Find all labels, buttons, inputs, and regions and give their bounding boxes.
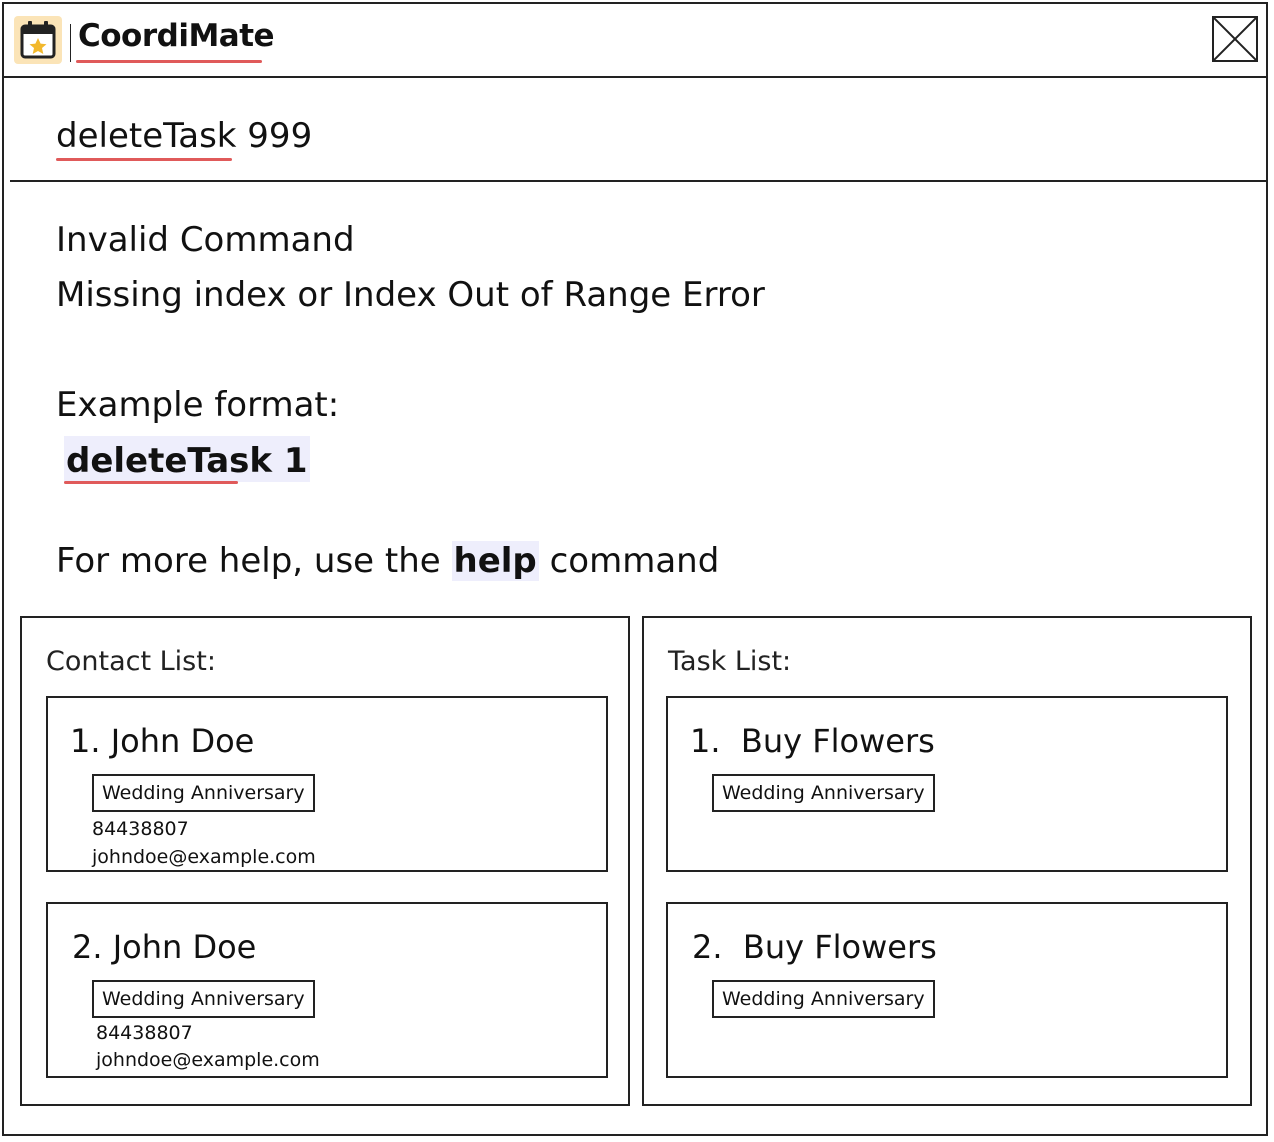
result-line-invalid: Invalid Command [56,220,355,260]
contact-name: 2. John Doe [72,928,257,966]
contact-phone: 84438807 [92,818,189,840]
contact-list-panel: Contact List: 1. John Doe Wedding Annive… [20,616,630,1106]
task-name: 1. Buy Flowers [690,722,935,760]
contact-card[interactable]: 2. John Doe Wedding Anniversary 84438807… [46,902,608,1078]
app-title: CoordiMate [78,18,275,54]
task-list-panel: Task List: 1. Buy Flowers Wedding Annive… [642,616,1252,1106]
result-line-error: Missing index or Index Out of Range Erro… [56,275,765,315]
contact-card[interactable]: 1. John Doe Wedding Anniversary 84438807… [46,696,608,872]
contact-email: johndoe@example.com [92,846,316,868]
example-command: deleteTask 1 [64,436,310,482]
title-separator [70,24,71,62]
spellcheck-underline [56,158,232,161]
result-help-line: For more help, use the help command [56,541,719,581]
task-list-title: Task List: [668,646,792,677]
help-suffix: command [538,541,720,581]
contact-email: johndoe@example.com [96,1049,320,1071]
task-card[interactable]: 1. Buy Flowers Wedding Anniversary [666,696,1228,872]
task-name: 2. Buy Flowers [692,928,937,966]
contact-tag: Wedding Anniversary [92,774,315,812]
title-bar: CoordiMate [4,4,1266,78]
contact-tag: Wedding Anniversary [92,980,315,1018]
command-input[interactable]: deleteTask 999 [56,116,312,156]
close-icon [1213,17,1257,61]
contact-name: 1. John Doe [70,722,255,760]
spellcheck-underline [76,60,262,63]
spellcheck-underline [64,481,238,484]
calendar-star-icon [14,16,62,64]
help-keyword: help [451,541,539,581]
result-example-label: Example format: [56,385,340,425]
app-window: CoordiMate deleteTask 999 Invalid Comman… [2,2,1268,1136]
task-card[interactable]: 2. Buy Flowers Wedding Anniversary [666,902,1228,1078]
task-tag: Wedding Anniversary [712,980,935,1018]
task-tag: Wedding Anniversary [712,774,935,812]
close-button[interactable] [1212,16,1258,62]
help-prefix: For more help, use the [56,541,452,581]
command-divider [10,180,1266,182]
contact-list-title: Contact List: [46,646,216,677]
contact-phone: 84438807 [96,1022,193,1044]
